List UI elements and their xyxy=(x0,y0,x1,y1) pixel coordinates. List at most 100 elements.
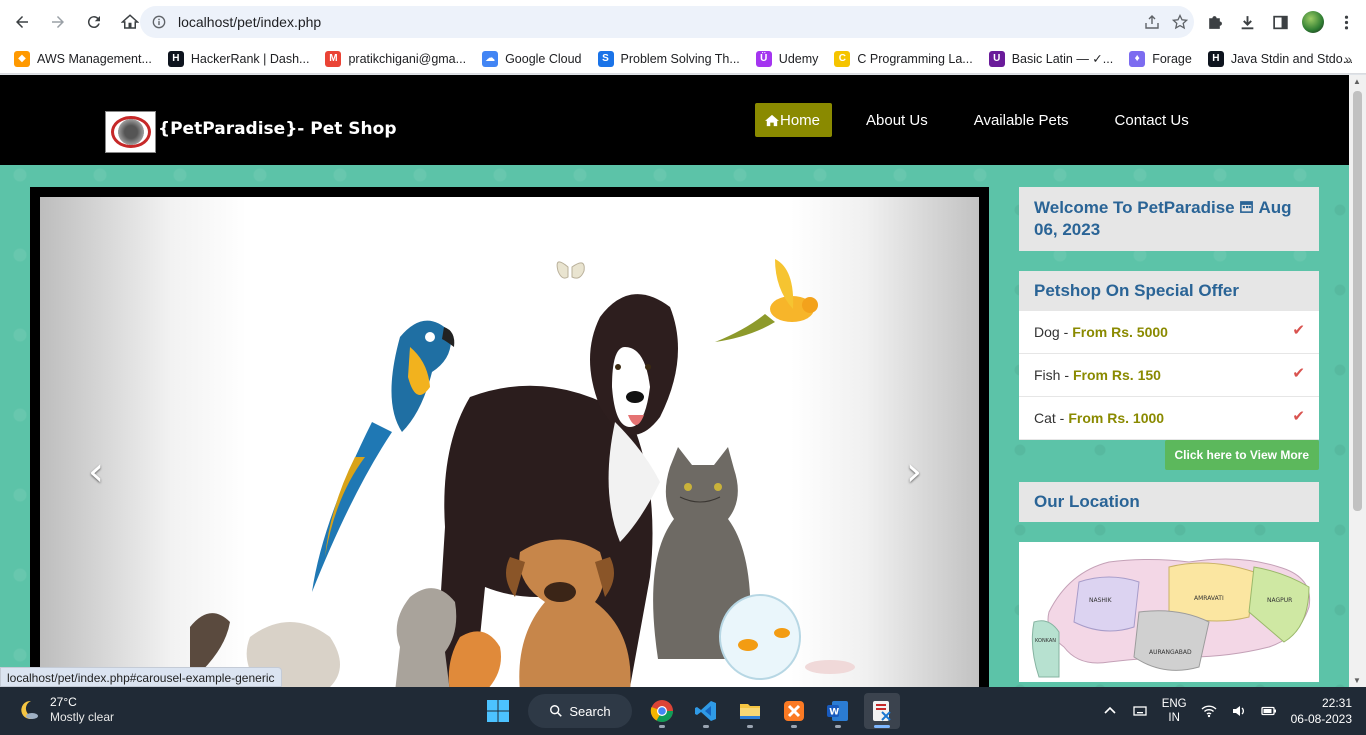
fishbowl-figure xyxy=(719,594,801,680)
bookmark-item[interactable]: C C Programming La... xyxy=(834,50,973,67)
bookmark-item[interactable]: H Java Stdin and Stdo... xyxy=(1207,50,1353,67)
back-arrow-icon xyxy=(16,16,28,28)
share-icon[interactable] xyxy=(1144,14,1160,30)
bookmark-label: Basic Latin — ✓... xyxy=(1011,52,1114,66)
volume-icon[interactable] xyxy=(1231,703,1247,719)
bookmark-label: Forage xyxy=(1152,51,1192,66)
page-scrollbar[interactable]: ▲ ▼ xyxy=(1349,75,1366,687)
location-panel-title: Our Location xyxy=(1019,482,1319,522)
view-more-button[interactable]: Click here to View More xyxy=(1164,440,1319,470)
bookmark-label: pratikchigani@gma... xyxy=(348,51,467,66)
site-brand[interactable]: {PetParadise}- Pet Shop xyxy=(158,119,397,139)
wifi-icon[interactable] xyxy=(1201,703,1217,719)
nav-available-pets[interactable]: Available Pets xyxy=(962,103,1081,137)
nav-about-us[interactable]: About Us xyxy=(854,103,940,137)
check-icon: ✔ xyxy=(1292,322,1305,339)
word-icon: W xyxy=(827,701,848,721)
extensions-button[interactable] xyxy=(1202,10,1226,34)
offer-price: From Rs. 1000 xyxy=(1068,410,1165,426)
back-button[interactable] xyxy=(6,6,38,38)
scroll-down-icon[interactable]: ▼ xyxy=(1353,676,1361,685)
map-label: KONKAN xyxy=(1035,638,1056,644)
site-header: {PetParadise}- Pet Shop Home About Us Av… xyxy=(0,75,1349,165)
site-logo[interactable] xyxy=(105,111,156,153)
nav-contact-us[interactable]: Contact Us xyxy=(1103,103,1201,137)
nav-home[interactable]: Home xyxy=(755,103,833,137)
taskbar-xampp[interactable] xyxy=(776,693,812,729)
unicode-icon: U xyxy=(988,50,1005,67)
check-icon: ✔ xyxy=(1292,408,1305,425)
bookmark-item[interactable]: ◆ AWS Management... xyxy=(14,50,152,67)
offer-pet: Cat - xyxy=(1034,410,1065,426)
running-indicator xyxy=(703,725,709,728)
running-indicator xyxy=(747,725,753,728)
download-icon xyxy=(1241,15,1253,29)
bookmark-item[interactable]: Mpratikchigani@gma... xyxy=(325,50,467,67)
maharashtra-map-image: NASHIK AMRAVATI NAGPUR AURANGABAD KONKAN xyxy=(1031,558,1311,678)
browser-toolbar: localhost/pet/index.php xyxy=(0,0,1366,44)
offer-row-dog: Dog - From Rs. 5000 ✔ xyxy=(1019,311,1319,354)
keyboard-icon[interactable] xyxy=(1132,703,1148,719)
start-button[interactable] xyxy=(480,693,516,729)
reload-button[interactable] xyxy=(78,6,110,38)
address-bar[interactable]: localhost/pet/index.php xyxy=(140,6,1194,38)
taskbar-snipping-tool[interactable] xyxy=(864,693,900,729)
running-indicator xyxy=(835,725,841,728)
vscode-icon xyxy=(695,701,716,721)
offer-row-cat: Cat - From Rs. 1000 ✔ xyxy=(1019,397,1319,440)
butterfly-figure xyxy=(556,261,585,279)
reload-icon xyxy=(87,16,100,29)
map-label: NAGPUR xyxy=(1267,597,1292,604)
link-status-bubble: localhost/pet/index.php#carousel-example… xyxy=(0,667,282,687)
bookmark-star-icon[interactable] xyxy=(1172,14,1188,30)
offer-row-fish: Fish - From Rs. 150 ✔ xyxy=(1019,354,1319,397)
pets-group-photo xyxy=(190,259,855,687)
carousel-next-icon[interactable]: › xyxy=(906,449,922,495)
scrollbar-thumb[interactable] xyxy=(1353,91,1362,511)
browser-menu-button[interactable] xyxy=(1334,10,1358,34)
map-label: AURANGABAD xyxy=(1149,649,1192,656)
chrome-icon xyxy=(650,700,673,722)
scroll-up-icon[interactable]: ▲ xyxy=(1353,77,1361,86)
web-page: {PetParadise}- Pet Shop Home About Us Av… xyxy=(0,75,1349,687)
bookmark-item[interactable]: H HackerRank | Dash... xyxy=(167,50,309,67)
bookmarks-overflow-icon[interactable]: » xyxy=(1344,51,1352,67)
bookmark-item[interactable]: ♦ Forage xyxy=(1129,50,1192,67)
taskbar-word[interactable]: W xyxy=(820,693,856,729)
language-code: ENG xyxy=(1161,698,1187,710)
info-icon[interactable] xyxy=(152,15,166,29)
location-map[interactable]: NASHIK AMRAVATI NAGPUR AURANGABAD KONKAN xyxy=(1019,542,1319,682)
battery-icon[interactable] xyxy=(1260,703,1277,719)
xampp-icon xyxy=(784,701,804,721)
side-panel-button[interactable] xyxy=(1268,10,1292,34)
bookmark-item[interactable]: U Basic Latin — ✓... xyxy=(988,50,1114,67)
svg-text:W: W xyxy=(829,708,839,718)
downloads-button[interactable] xyxy=(1235,10,1259,34)
taskbar-chrome[interactable] xyxy=(644,693,680,729)
carousel-prev-icon[interactable]: ‹ xyxy=(88,449,104,495)
map-label: AMRAVATI xyxy=(1194,595,1224,602)
forward-button[interactable] xyxy=(42,6,74,38)
nav-about-label: About Us xyxy=(866,111,928,129)
taskbar-search-label: Search xyxy=(569,703,611,719)
search-icon xyxy=(550,705,563,717)
taskbar-file-explorer[interactable] xyxy=(732,693,768,729)
bookmark-item[interactable]: ☁ Google Cloud xyxy=(482,50,582,67)
macaw-figure xyxy=(312,320,455,592)
weather-widget[interactable]: 27°C Mostly clear xyxy=(16,695,114,725)
hackerrank-icon: H xyxy=(167,50,184,67)
chevron-up-icon[interactable] xyxy=(1102,703,1118,719)
url-text[interactable]: localhost/pet/index.php xyxy=(178,14,321,30)
calendar-icon xyxy=(1240,201,1254,213)
profile-button[interactable] xyxy=(1301,10,1325,34)
taskbar-search[interactable]: Search xyxy=(528,694,632,728)
taskbar-vscode[interactable] xyxy=(688,693,724,729)
running-indicator xyxy=(791,725,797,728)
flying-parakeet-figure xyxy=(715,259,818,342)
taskbar-clock[interactable]: 22:31 06-08-2023 xyxy=(1291,695,1352,727)
language-indicator[interactable]: ENG IN xyxy=(1162,697,1187,725)
bookmark-item[interactable]: Ü Udemy xyxy=(755,50,818,67)
udemy-icon: Ü xyxy=(755,50,772,67)
google-cloud-icon: ☁ xyxy=(482,50,499,67)
bookmark-item[interactable]: S Problem Solving Th... xyxy=(597,50,740,67)
